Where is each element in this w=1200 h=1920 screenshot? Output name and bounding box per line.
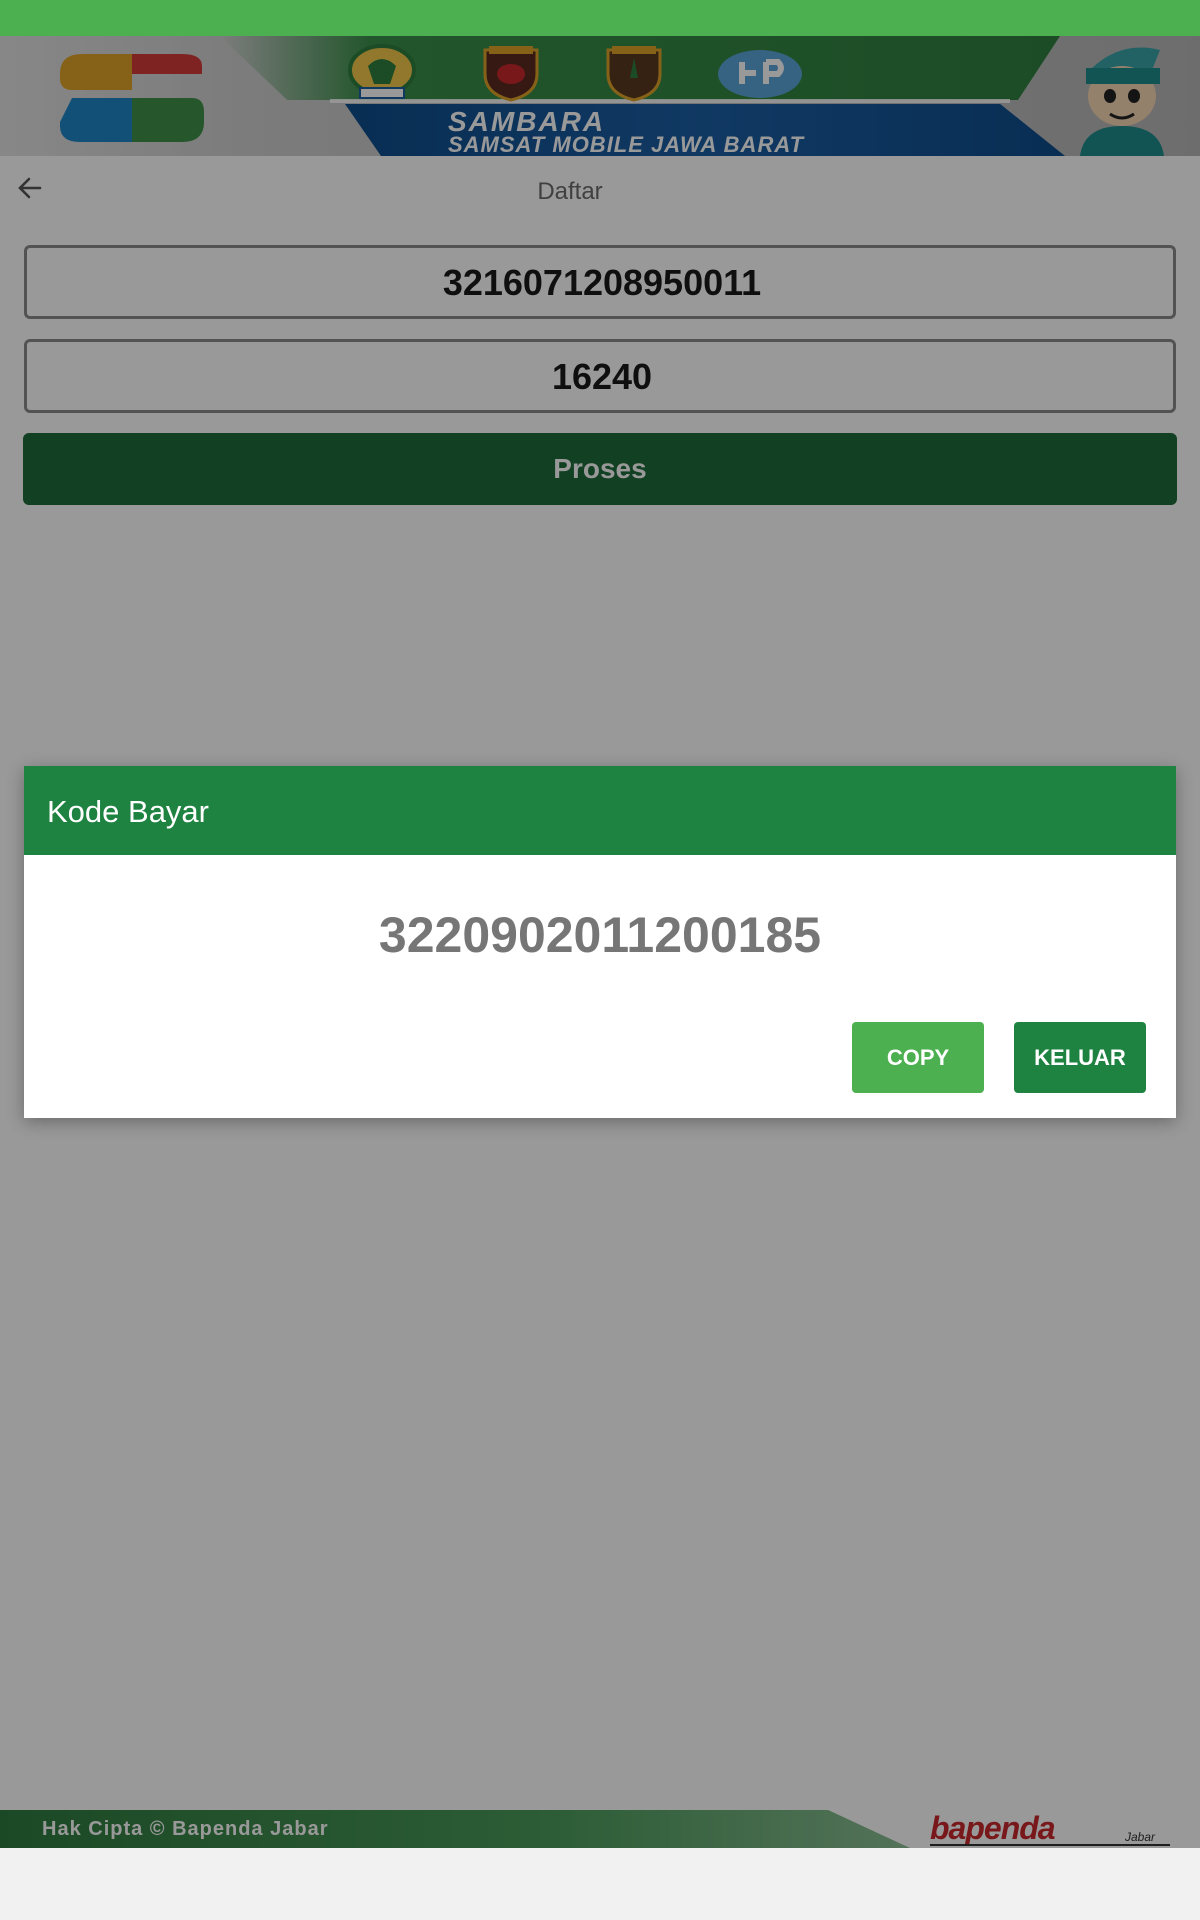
kode-bayar-dialog: Kode Bayar 3220902011200185 COPY KELUAR	[24, 766, 1176, 1118]
copy-button[interactable]: COPY	[852, 1022, 984, 1093]
dialog-header: Kode Bayar	[24, 766, 1176, 855]
dialog-title: Kode Bayar	[47, 794, 209, 829]
status-bar	[0, 0, 1200, 36]
keluar-button[interactable]: KELUAR	[1014, 1022, 1146, 1093]
payment-code: 3220902011200185	[378, 907, 822, 963]
